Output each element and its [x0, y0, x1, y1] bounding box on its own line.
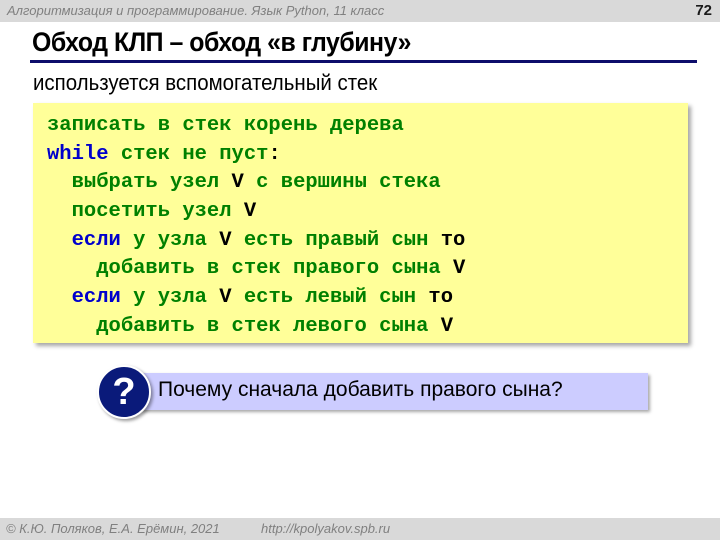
code-text: посетить узел: [71, 200, 244, 224]
code-line: добавить в стек левого сына V: [47, 313, 465, 342]
code-line: если у узла V есть левый сын то: [47, 284, 465, 313]
code-keyword: если: [71, 286, 121, 310]
code-variable: то: [440, 228, 466, 252]
code-line: если у узла V есть правый сын то: [47, 227, 466, 256]
code-text: есть левый сын: [231, 286, 429, 310]
code-variable: то: [428, 286, 454, 310]
course-title: Алгоритмизация и программирование. Язык …: [7, 3, 385, 18]
code-variable: V: [440, 314, 453, 338]
code-text: стек не пуст: [108, 142, 269, 166]
question-text: Почему сначала добавить правого сына?: [158, 378, 563, 401]
code-variable: V: [452, 257, 466, 281]
footer-copyright: © К.Ю. Поляков, Е.А. Ерёмин, 2021: [6, 521, 220, 536]
code-variable: V: [219, 286, 232, 310]
slide-number: 72: [695, 2, 712, 19]
slide-title: Обход КЛП – обход «в глубину»: [32, 27, 411, 57]
code-text: есть правый сын: [231, 228, 441, 252]
code-line: добавить в стек правого сына V: [47, 255, 465, 284]
subtitle: используется вспомогательный стек: [33, 70, 378, 95]
pseudocode-lines: записать в стек корень дерева while стек …: [47, 112, 465, 342]
code-text: выбрать узел: [71, 171, 232, 195]
footer-url[interactable]: http://kpolyakov.spb.ru: [261, 521, 390, 536]
title-underline: [30, 60, 697, 63]
code-variable: V: [243, 200, 257, 224]
code-variable: V: [231, 171, 244, 195]
code-line: while стек не пуст:: [47, 141, 465, 170]
code-variable: :: [268, 142, 281, 166]
code-line: посетить узел V: [47, 198, 465, 227]
code-keyword: while: [47, 142, 109, 166]
code-variable: V: [219, 228, 232, 252]
code-keyword: если: [71, 228, 121, 252]
code-line: выбрать узел V с вершины стека: [47, 169, 465, 198]
code-text: с вершины стека: [243, 171, 441, 195]
code-text: у узла: [120, 286, 220, 310]
code-text: у узла: [120, 228, 220, 252]
code-text: записать в стек корень дерева: [47, 114, 404, 137]
code-text: добавить в стек левого сына: [96, 314, 441, 338]
code-text: добавить в стек правого сына: [96, 257, 453, 281]
code-line: записать в стек корень дерева: [47, 112, 465, 141]
question-mark-icon: ?: [97, 365, 151, 419]
